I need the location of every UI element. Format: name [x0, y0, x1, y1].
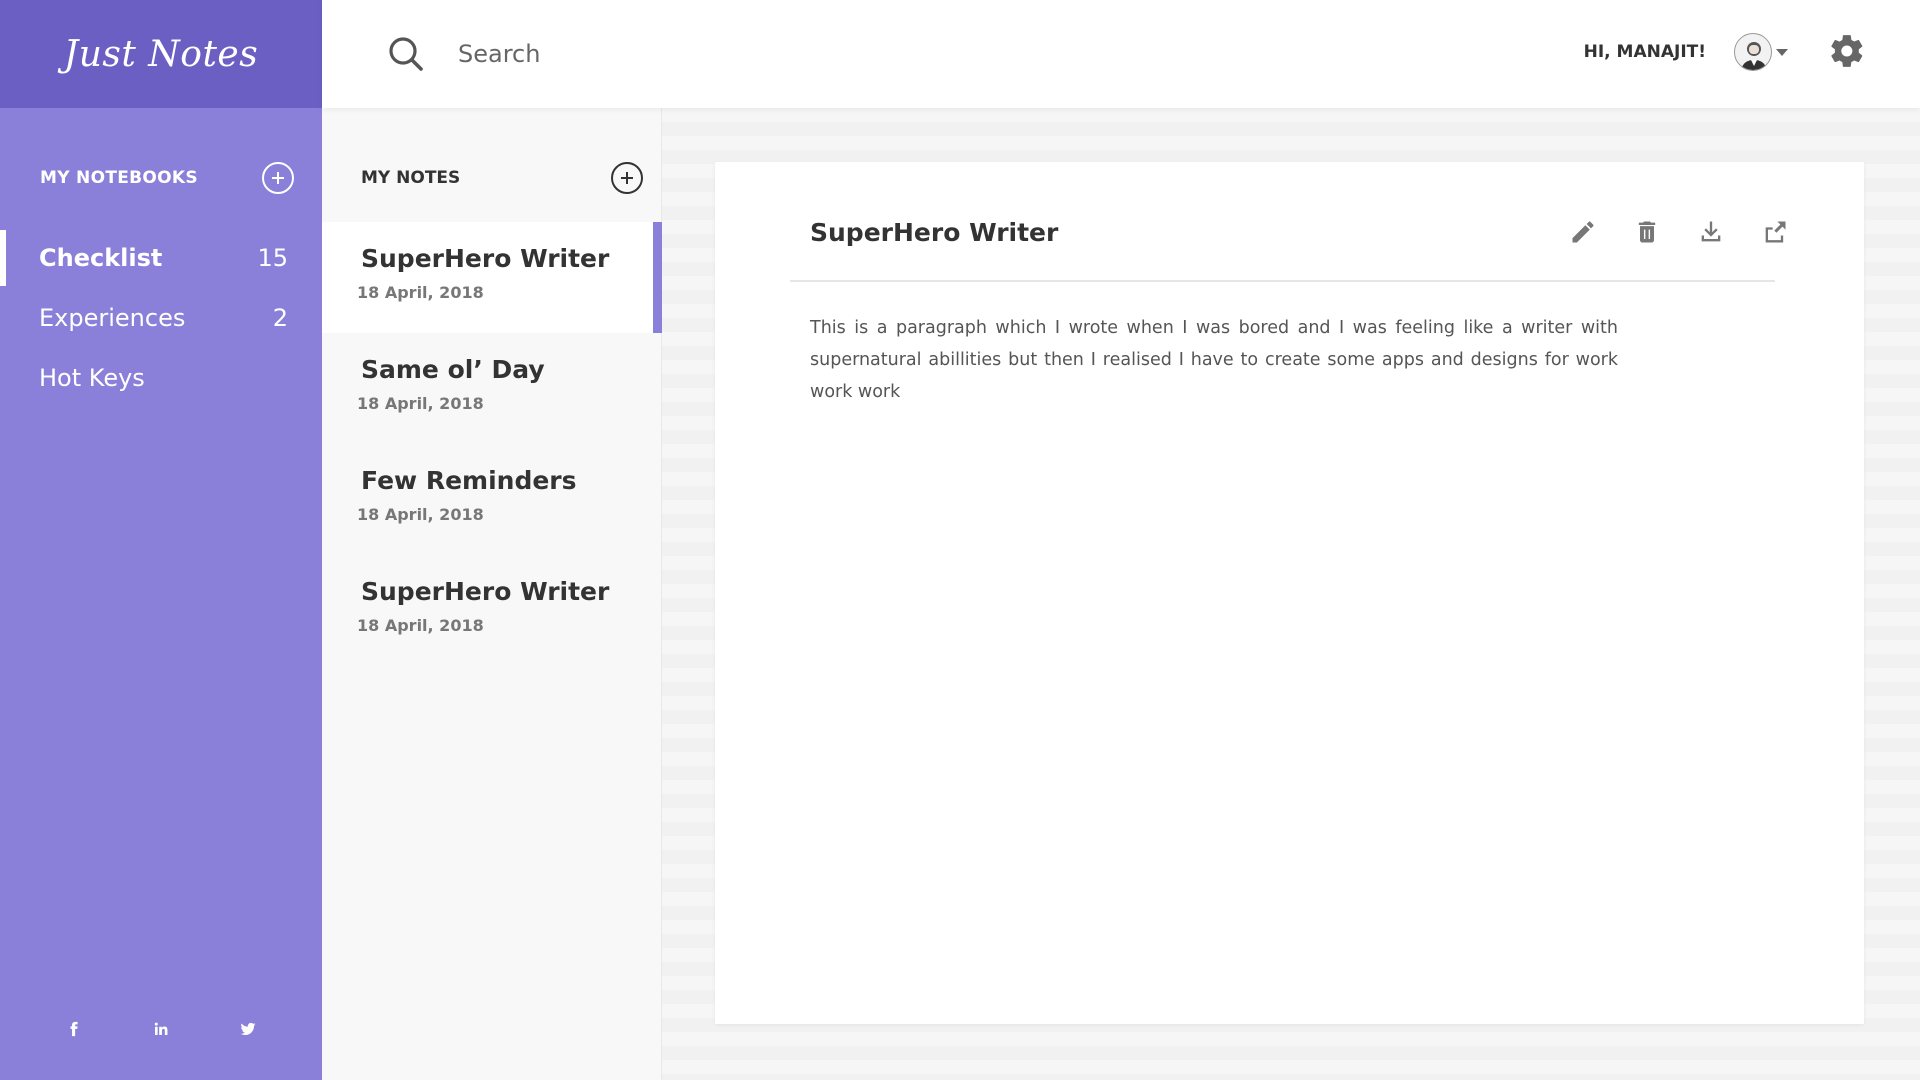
- note-title: SuperHero Writer: [361, 577, 610, 606]
- divider: [790, 280, 1775, 282]
- user-avatar[interactable]: [1734, 33, 1772, 71]
- notebook-list: Checklist 15 Experiences 2 Hot Keys: [0, 228, 322, 408]
- notebook-item-hot-keys[interactable]: Hot Keys: [0, 348, 322, 408]
- top-bar: HI, MANAJIT!: [322, 0, 1920, 108]
- note-date: 18 April, 2018: [357, 505, 484, 524]
- notes-panel: MY NOTES SuperHero Writer 18 April, 2018…: [322, 108, 662, 1080]
- notebook-count: 15: [257, 244, 288, 272]
- search-input[interactable]: [458, 34, 1058, 74]
- app-logo[interactable]: Just Notes: [64, 34, 258, 75]
- gear-icon[interactable]: [1828, 32, 1866, 70]
- social-links: [0, 1014, 322, 1044]
- download-icon[interactable]: [1697, 218, 1725, 246]
- note-view-card: SuperHero Writer This is a paragraph whi…: [715, 162, 1864, 1024]
- note-list: SuperHero Writer 18 April, 2018 Same ol’…: [322, 222, 662, 666]
- note-list-item[interactable]: Few Reminders 18 April, 2018: [322, 444, 662, 555]
- note-actions: [1569, 218, 1789, 246]
- notebook-label: Hot Keys: [39, 364, 145, 392]
- user-menu-chevron-down-icon[interactable]: [1776, 49, 1788, 56]
- notebooks-header-label: MY NOTEBOOKS: [40, 168, 198, 188]
- add-note-button[interactable]: [611, 162, 643, 194]
- sidebar: Just Notes MY NOTEBOOKS Checklist 15 Exp…: [0, 0, 322, 1080]
- note-date: 18 April, 2018: [357, 394, 484, 413]
- note-view-title: SuperHero Writer: [810, 218, 1059, 247]
- search-icon[interactable]: [386, 34, 426, 74]
- user-greeting: HI, MANAJIT!: [1583, 42, 1706, 62]
- plus-icon: [272, 172, 284, 184]
- logo-bar: Just Notes: [0, 0, 322, 108]
- trash-icon[interactable]: [1633, 218, 1661, 246]
- notebook-label: Checklist: [39, 244, 163, 272]
- notebook-item-experiences[interactable]: Experiences 2: [0, 288, 322, 348]
- note-list-item[interactable]: SuperHero Writer 18 April, 2018: [322, 222, 662, 333]
- notebook-item-checklist[interactable]: Checklist 15: [0, 228, 322, 288]
- notes-header-label: MY NOTES: [361, 168, 461, 188]
- note-date: 18 April, 2018: [357, 283, 484, 302]
- share-icon[interactable]: [1761, 218, 1789, 246]
- twitter-icon[interactable]: [233, 1014, 263, 1044]
- note-list-item[interactable]: SuperHero Writer 18 April, 2018: [322, 555, 662, 666]
- add-notebook-button[interactable]: [262, 162, 294, 194]
- note-date: 18 April, 2018: [357, 616, 484, 635]
- edit-pencil-icon[interactable]: [1569, 218, 1597, 246]
- note-body[interactable]: This is a paragraph which I wrote when I…: [810, 312, 1618, 408]
- notebooks-header: MY NOTEBOOKS: [40, 160, 294, 196]
- plus-icon: [621, 172, 633, 184]
- note-title: Few Reminders: [361, 466, 577, 495]
- avatar-icon: [1741, 42, 1767, 70]
- note-title: SuperHero Writer: [361, 244, 610, 273]
- linkedin-icon[interactable]: [146, 1014, 176, 1044]
- notebook-count: 2: [272, 304, 288, 332]
- notes-header: MY NOTES: [361, 160, 643, 196]
- note-list-item[interactable]: Same ol’ Day 18 April, 2018: [322, 333, 662, 444]
- note-title: Same ol’ Day: [361, 355, 545, 384]
- facebook-icon[interactable]: [59, 1014, 89, 1044]
- notebook-label: Experiences: [39, 304, 186, 332]
